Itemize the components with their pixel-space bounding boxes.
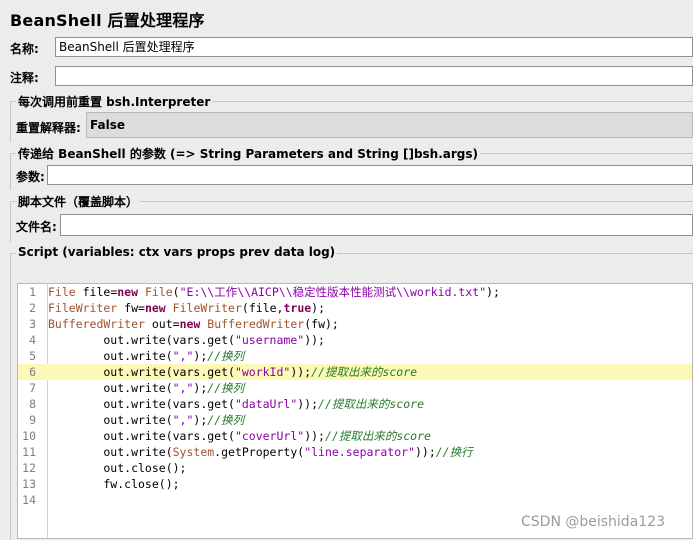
line-number: 14: [22, 493, 36, 507]
code-line[interactable]: 7 out.write(",");//换列: [18, 380, 692, 396]
reset-interpreter-select[interactable]: False: [86, 112, 693, 138]
line-number: 7: [29, 381, 36, 395]
panel-title: BeanShell 后置处理程序: [10, 11, 205, 30]
line-number: 4: [29, 333, 36, 347]
code-line[interactable]: 10 out.write(vars.get("coverUrl"));//提取出…: [18, 428, 692, 444]
name-input[interactable]: BeanShell 后置处理程序: [55, 37, 693, 57]
code-line[interactable]: 6 out.write(vars.get("workId"));//提取出来的s…: [18, 364, 692, 380]
line-number: 2: [29, 301, 36, 315]
reset-interpreter-label: 重置解释器:: [16, 121, 81, 135]
script-group-title: Script (variables: ctx vars props prev d…: [16, 245, 338, 259]
line-number: 6: [29, 365, 36, 379]
code-text: out.write(vars.get("username"));: [48, 333, 325, 347]
reset-interpreter-group-title: 每次调用前重置 bsh.Interpreter: [16, 93, 213, 110]
script-file-group-title: 脚本文件（覆盖脚本）: [16, 193, 141, 210]
code-line[interactable]: 13 fw.close();: [18, 476, 692, 492]
line-number: 3: [29, 317, 36, 331]
code-text: out.write(",");//换列: [48, 413, 245, 427]
script-editor[interactable]: 1 File file=new File("E:\\工作\\AICP\\稳定性版本…: [17, 283, 693, 539]
comment-input[interactable]: [55, 66, 693, 86]
line-number: 8: [29, 397, 36, 411]
code-line[interactable]: 9 out.write(",");//换列: [18, 412, 692, 428]
code-line[interactable]: 12 out.close();: [18, 460, 692, 476]
line-number: 12: [22, 461, 36, 475]
comment-label: 注释:: [10, 71, 39, 85]
code-line[interactable]: 5 out.write(",");//换列: [18, 348, 692, 364]
line-number: 13: [22, 477, 36, 491]
code-text: fw.close();: [48, 477, 180, 491]
parameters-input[interactable]: [47, 165, 693, 185]
line-number: 10: [22, 429, 36, 443]
name-label: 名称:: [10, 42, 39, 56]
code-line[interactable]: 11 out.write(System.getProperty("line.se…: [18, 444, 692, 460]
line-number: 5: [29, 349, 36, 363]
code-line[interactable]: 4 out.write(vars.get("username"));: [18, 332, 692, 348]
watermark: CSDN @beishida123: [521, 514, 665, 530]
code-text: out.write(",");//换列: [48, 381, 245, 395]
code-text: out.write(System.getProperty("line.separ…: [48, 445, 473, 459]
code-line[interactable]: 8 out.write(vars.get("dataUrl"));//提取出来的…: [18, 396, 692, 412]
line-number: 9: [29, 413, 36, 427]
parameters-group-title: 传递给 BeanShell 的参数 (=> String Parameters …: [16, 145, 481, 162]
code-text: File file=new File("E:\\工作\\AICP\\稳定性版本性…: [48, 285, 500, 299]
code-text: out.write(",");//换列: [48, 349, 245, 363]
code-line[interactable]: 3 BufferedWriter out=new BufferedWriter(f…: [18, 316, 692, 332]
code-line[interactable]: 14: [18, 492, 692, 508]
file-name-label: 文件名:: [16, 220, 57, 234]
code-line[interactable]: 2 FileWriter fw=new FileWriter(file,true)…: [18, 300, 692, 316]
file-name-input[interactable]: [60, 214, 693, 236]
code-text: BufferedWriter out=new BufferedWriter(fw…: [48, 317, 339, 331]
code-text: out.close();: [48, 461, 187, 475]
code-text: FileWriter fw=new FileWriter(file,true);: [48, 301, 326, 315]
code-text: out.write(vars.get("dataUrl"));//提取出来的sc…: [48, 397, 424, 411]
code-text: out.write(vars.get("workId"));//提取出来的sco…: [48, 365, 418, 379]
line-number: 11: [22, 445, 36, 459]
parameters-label: 参数:: [16, 170, 45, 184]
code-line[interactable]: 1 File file=new File("E:\\工作\\AICP\\稳定性版本…: [18, 284, 692, 300]
line-number: 1: [29, 285, 36, 299]
code-text: out.write(vars.get("coverUrl"));//提取出来的s…: [48, 429, 431, 443]
